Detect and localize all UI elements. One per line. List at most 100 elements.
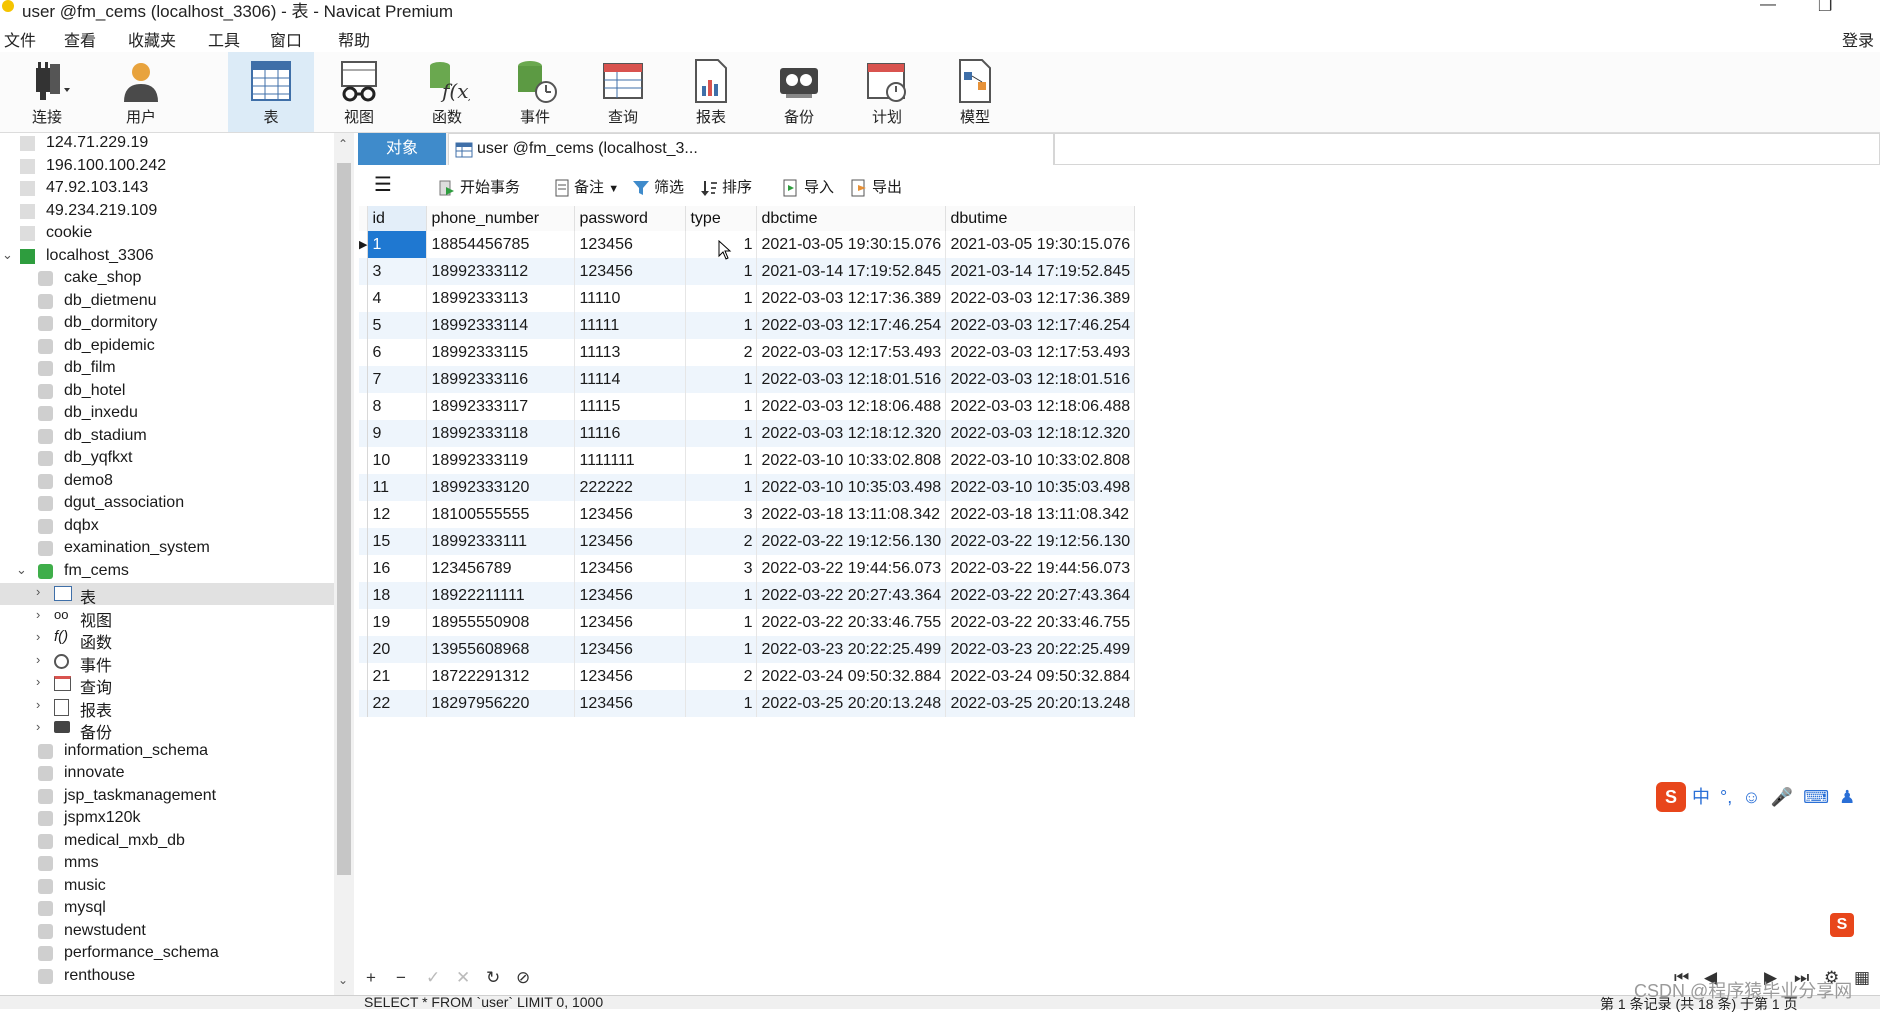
row-header[interactable] bbox=[359, 393, 369, 420]
tree-database[interactable]: innovate bbox=[0, 763, 334, 785]
toolbar-connect-button[interactable]: 连接 bbox=[4, 52, 90, 132]
tree-database[interactable]: demo8 bbox=[0, 471, 334, 493]
tree-backups-folder[interactable]: › 备份 bbox=[0, 718, 334, 742]
cell-id[interactable]: 7 bbox=[367, 366, 428, 393]
cell-dbctime[interactable]: 2022-03-03 12:18:06.488 bbox=[756, 393, 947, 420]
cell-password[interactable]: 123456 bbox=[574, 501, 687, 528]
cell-dbutime[interactable]: 2021-03-14 17:19:52.845 bbox=[945, 258, 1136, 285]
cell-dbutime[interactable]: 2022-03-03 12:17:53.493 bbox=[945, 339, 1136, 366]
tree-database[interactable]: dqbx bbox=[0, 516, 334, 538]
table-row[interactable]: 4 18992333113 11110 1 2022-03-03 12:17:36.38… bbox=[359, 285, 1136, 312]
toolbar-query-button[interactable]: 查询 bbox=[580, 52, 666, 132]
tree-connection[interactable]: 124.71.229.19 bbox=[0, 133, 334, 155]
table-row[interactable]: 10 18992333119 1111111 1 2022-03-10 10:33:02… bbox=[359, 447, 1136, 474]
tree-database[interactable]: dgut_association bbox=[0, 493, 334, 515]
cell-dbctime[interactable]: 2022-03-22 20:27:43.364 bbox=[756, 582, 947, 609]
emoji-icon[interactable]: ☺ bbox=[1737, 787, 1760, 807]
cell-id[interactable]: 22 bbox=[367, 690, 428, 717]
tree-tables-folder[interactable]: › 表 bbox=[0, 583, 334, 607]
scroll-down-icon[interactable]: ⌄ bbox=[338, 973, 348, 987]
cell-dbctime[interactable]: 2022-03-25 20:20:13.248 bbox=[756, 690, 947, 717]
cell-password[interactable]: 222222 bbox=[574, 474, 687, 501]
tab-user-table[interactable]: user @fm_cems (localhost_3... bbox=[448, 133, 1054, 165]
chevron-down-icon[interactable]: ⌄ bbox=[16, 562, 27, 578]
row-header[interactable] bbox=[359, 636, 369, 663]
cell-dbctime[interactable]: 2021-03-14 17:19:52.845 bbox=[756, 258, 947, 285]
cell-dbctime[interactable]: 2022-03-22 19:44:56.073 bbox=[756, 555, 947, 582]
table-row[interactable]: 11 18992333120 222222 1 2022-03-10 10:35:03.… bbox=[359, 474, 1136, 501]
cell-phone-number[interactable]: 18992333114 bbox=[426, 312, 576, 339]
table-row[interactable]: 15 18992333111 123456 2 2022-03-22 19:12:56.… bbox=[359, 528, 1136, 555]
tree-database[interactable]: newstudent bbox=[0, 921, 334, 943]
cell-dbutime[interactable]: 2022-03-03 12:17:46.254 bbox=[945, 312, 1136, 339]
cell-dbctime[interactable]: 2022-03-18 13:11:08.342 bbox=[756, 501, 947, 528]
cell-password[interactable]: 123456 bbox=[574, 636, 687, 663]
cell-password[interactable]: 123456 bbox=[574, 528, 687, 555]
cell-dbctime[interactable]: 2022-03-03 12:17:53.493 bbox=[756, 339, 947, 366]
tree-database[interactable]: mysql bbox=[0, 898, 334, 920]
tree-database[interactable]: db_dietmenu bbox=[0, 291, 334, 313]
punctuation-icon[interactable]: °, bbox=[1715, 787, 1732, 807]
cell-type[interactable]: 1 bbox=[685, 312, 758, 339]
export-button[interactable]: 导出 bbox=[850, 176, 902, 197]
cell-phone-number[interactable]: 18992333117 bbox=[426, 393, 576, 420]
cell-phone-number[interactable]: 123456789 bbox=[426, 555, 576, 582]
table-row[interactable]: 12 18100555555 123456 3 2022-03-18 13:11:08.… bbox=[359, 501, 1136, 528]
cell-dbctime[interactable]: 2022-03-03 12:18:12.320 bbox=[756, 420, 947, 447]
tree-connection[interactable]: 49.234.219.109 bbox=[0, 201, 334, 223]
row-header[interactable] bbox=[359, 609, 369, 636]
cell-dbutime[interactable]: 2022-03-03 12:17:36.389 bbox=[945, 285, 1136, 312]
row-header[interactable] bbox=[359, 582, 369, 609]
cell-password[interactable]: 11114 bbox=[574, 366, 687, 393]
tree-database[interactable]: db_film bbox=[0, 358, 334, 380]
cell-phone-number[interactable]: 18992333112 bbox=[426, 258, 576, 285]
cell-password[interactable]: 11113 bbox=[574, 339, 687, 366]
cell-id[interactable]: 19 bbox=[367, 609, 428, 636]
column-header-dbutime[interactable]: dbutime bbox=[945, 206, 1136, 231]
toolbar-backup-button[interactable]: 备份 bbox=[756, 52, 842, 132]
table-row[interactable]: 18 18922211111 123456 1 2022-03-22 20:27:43.… bbox=[359, 582, 1136, 609]
cell-dbutime[interactable]: 2022-03-18 13:11:08.342 bbox=[945, 501, 1136, 528]
cell-type[interactable]: 2 bbox=[685, 339, 758, 366]
tree-database[interactable]: jsp_taskmanagement bbox=[0, 786, 334, 808]
cell-type[interactable]: 1 bbox=[685, 690, 758, 717]
sort-button[interactable]: 排序 bbox=[700, 176, 752, 197]
minimize-icon[interactable]: — bbox=[1760, 0, 1776, 14]
cell-dbctime[interactable]: 2022-03-03 12:17:36.389 bbox=[756, 285, 947, 312]
cell-dbctime[interactable]: 2022-03-23 20:22:25.499 bbox=[756, 636, 947, 663]
cell-phone-number[interactable]: 18992333120 bbox=[426, 474, 576, 501]
chevron-right-icon[interactable]: › bbox=[36, 674, 40, 689]
table-row[interactable]: 7 18992333116 11114 1 2022-03-03 12:18:01.51… bbox=[359, 366, 1136, 393]
tree-database[interactable]: db_hotel bbox=[0, 381, 334, 403]
cell-id[interactable]: 3 bbox=[367, 258, 428, 285]
cell-id[interactable]: 10 bbox=[367, 447, 428, 474]
scrollbar-thumb[interactable] bbox=[337, 163, 351, 875]
cell-phone-number[interactable]: 18992333115 bbox=[426, 339, 576, 366]
row-header[interactable] bbox=[359, 420, 369, 447]
scroll-up-icon[interactable]: ⌃ bbox=[338, 137, 348, 151]
cell-id[interactable]: 8 bbox=[367, 393, 428, 420]
table-row[interactable]: 21 18722291312 123456 2 2022-03-24 09:50:32.… bbox=[359, 663, 1136, 690]
cell-type[interactable]: 3 bbox=[685, 555, 758, 582]
table-row[interactable]: 16 123456789 123456 3 2022-03-22 19:44:56.07… bbox=[359, 555, 1136, 582]
chevron-right-icon[interactable]: › bbox=[36, 584, 40, 599]
cell-password[interactable]: 11110 bbox=[574, 285, 687, 312]
tree-database[interactable]: db_stadium bbox=[0, 426, 334, 448]
row-header[interactable] bbox=[359, 663, 369, 690]
cell-dbctime[interactable]: 2021-03-05 19:30:15.076 bbox=[756, 231, 947, 258]
tree-database[interactable]: examination_system bbox=[0, 538, 334, 560]
tree-database[interactable]: information_schema bbox=[0, 741, 334, 763]
tree-queries-folder[interactable]: › 查询 bbox=[0, 673, 334, 697]
delete-record-icon[interactable]: − bbox=[396, 968, 406, 988]
tree-functions-folder[interactable]: › f() 函数 bbox=[0, 628, 334, 652]
cell-dbutime[interactable]: 2021-03-05 19:30:15.076 bbox=[945, 231, 1136, 258]
cell-type[interactable]: 1 bbox=[685, 474, 758, 501]
toolbar-event-button[interactable]: 事件 bbox=[492, 52, 578, 132]
add-record-icon[interactable]: + bbox=[366, 968, 376, 988]
cell-phone-number[interactable]: 18100555555 bbox=[426, 501, 576, 528]
cell-password[interactable]: 11116 bbox=[574, 420, 687, 447]
cell-dbctime[interactable]: 2022-03-03 12:18:01.516 bbox=[756, 366, 947, 393]
menu-file[interactable]: 文件 bbox=[4, 27, 36, 51]
column-header-dbctime[interactable]: dbctime bbox=[756, 206, 947, 231]
cell-dbutime[interactable]: 2022-03-23 20:22:25.499 bbox=[945, 636, 1136, 663]
